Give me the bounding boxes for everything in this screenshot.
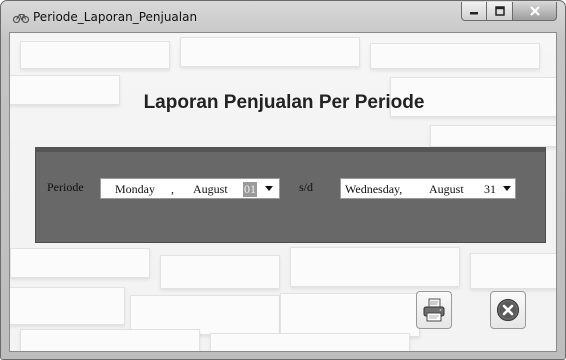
- form-client-area: Laporan Penjualan Per Periode Monday , A…: [9, 32, 557, 352]
- start-day-selected: 01: [243, 182, 257, 197]
- app-window: Periode_Laporan_Penjualan Laporan Penjua…: [0, 0, 566, 360]
- page-heading: Laporan Penjualan Per Periode: [143, 92, 425, 113]
- end-day: 31: [484, 182, 496, 196]
- bicycle-icon: [13, 13, 29, 23]
- window-title: Periode_Laporan_Penjualan: [33, 10, 198, 24]
- x-icon: [529, 6, 540, 16]
- chevron-down-icon[interactable]: [265, 186, 273, 191]
- start-day-name: Monday: [115, 182, 155, 196]
- window-close-button[interactable]: [513, 2, 557, 21]
- print-button[interactable]: [416, 291, 452, 329]
- close-circle-icon: [496, 298, 520, 322]
- end-day-name: Wednesday,: [345, 182, 403, 196]
- minimize-button[interactable]: [461, 2, 487, 21]
- minimize-icon: [470, 12, 478, 15]
- title-bar[interactable]: Periode_Laporan_Penjualan: [1, 1, 565, 33]
- close-button[interactable]: [490, 291, 526, 329]
- periode-label: Periode: [47, 180, 84, 194]
- window-controls: [461, 2, 557, 22]
- end-date-picker[interactable]: Wednesday, August 31: [340, 178, 516, 199]
- end-month: August: [429, 182, 464, 196]
- separator-label: s/d: [299, 180, 314, 194]
- printer-icon: [423, 298, 445, 322]
- chevron-down-icon[interactable]: [503, 186, 511, 191]
- start-comma: ,: [171, 182, 174, 196]
- maximize-button[interactable]: [487, 2, 513, 21]
- start-month: August: [193, 182, 228, 196]
- maximize-icon: [494, 6, 505, 16]
- start-date-picker[interactable]: Monday , August 01: [100, 178, 280, 199]
